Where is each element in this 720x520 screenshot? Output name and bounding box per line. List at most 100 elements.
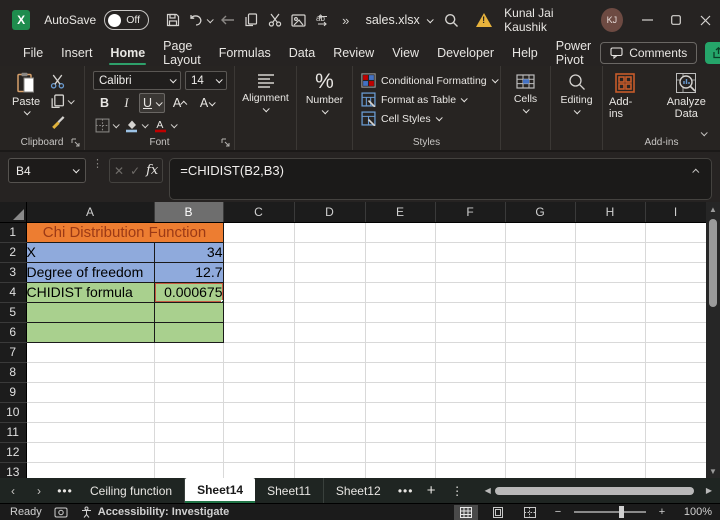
- cell[interactable]: [223, 322, 295, 343]
- row-header-2[interactable]: 2: [0, 242, 27, 263]
- group-alignment[interactable]: Alignment: [235, 66, 297, 150]
- cell[interactable]: [645, 442, 706, 463]
- cell[interactable]: [435, 222, 506, 243]
- zoom-out-button[interactable]: −: [550, 505, 566, 520]
- cell[interactable]: [26, 382, 155, 403]
- cell-a2[interactable]: X: [25, 241, 155, 263]
- cell[interactable]: [645, 342, 706, 363]
- font-color-button[interactable]: A: [153, 117, 178, 134]
- cell[interactable]: [645, 282, 706, 303]
- cell[interactable]: [645, 362, 706, 383]
- cell[interactable]: [294, 422, 366, 443]
- cell[interactable]: [294, 302, 366, 323]
- cell[interactable]: [154, 462, 224, 478]
- cell[interactable]: [223, 422, 295, 443]
- cell[interactable]: [223, 222, 295, 243]
- row-header-10[interactable]: 10: [0, 402, 27, 423]
- copy-button[interactable]: [50, 93, 75, 110]
- cell[interactable]: [223, 362, 295, 383]
- cell[interactable]: [26, 342, 155, 363]
- cell[interactable]: [154, 342, 224, 363]
- maximize-button[interactable]: [662, 0, 691, 40]
- cell[interactable]: [435, 302, 506, 323]
- tab-data[interactable]: Data: [280, 42, 324, 64]
- column-header-e[interactable]: E: [365, 202, 436, 223]
- horizontal-scroll-thumb[interactable]: [494, 486, 694, 495]
- tab-file[interactable]: File: [14, 42, 52, 64]
- cell[interactable]: [294, 282, 366, 303]
- row-header-12[interactable]: 12: [0, 442, 27, 463]
- paste-picture-icon[interactable]: [287, 7, 311, 33]
- insert-function-button[interactable]: fx: [146, 163, 158, 178]
- cell[interactable]: [154, 402, 224, 423]
- cell[interactable]: [645, 402, 706, 423]
- cell[interactable]: [223, 442, 295, 463]
- cell[interactable]: [505, 222, 576, 243]
- column-header-b[interactable]: B: [154, 202, 224, 223]
- cell[interactable]: [223, 462, 295, 478]
- cell-a4[interactable]: CHIDIST formula: [25, 281, 155, 303]
- zoom-slider-thumb[interactable]: [618, 506, 624, 518]
- cell[interactable]: [365, 382, 436, 403]
- group-number[interactable]: % Number: [297, 66, 353, 150]
- row-header-1[interactable]: 1: [0, 222, 27, 243]
- decrease-font-size-button[interactable]: A: [195, 94, 219, 113]
- cell[interactable]: [435, 342, 506, 363]
- tab-formulas[interactable]: Formulas: [210, 42, 280, 64]
- scroll-down-arrow[interactable]: ▼: [709, 464, 717, 478]
- minimize-button[interactable]: [633, 0, 662, 40]
- cell[interactable]: [575, 442, 646, 463]
- cell[interactable]: [435, 362, 506, 383]
- cell[interactable]: [294, 382, 366, 403]
- undo-button[interactable]: [185, 7, 216, 33]
- cell[interactable]: [365, 222, 436, 243]
- cell[interactable]: [365, 342, 436, 363]
- tab-view[interactable]: View: [383, 42, 428, 64]
- cell-b2[interactable]: 34: [153, 241, 224, 263]
- font-name-select[interactable]: Calibri: [93, 71, 181, 90]
- cell[interactable]: [294, 242, 366, 263]
- cell[interactable]: [365, 242, 436, 263]
- cell[interactable]: [505, 462, 576, 478]
- accessibility-status[interactable]: Accessibility: Investigate: [80, 506, 229, 518]
- cell[interactable]: [365, 422, 436, 443]
- cell[interactable]: [365, 282, 436, 303]
- autosave-toggle[interactable]: Off: [104, 10, 150, 30]
- vertical-scroll-thumb[interactable]: [709, 219, 717, 307]
- cell[interactable]: [645, 462, 706, 478]
- cell[interactable]: [294, 462, 366, 478]
- cell-b5[interactable]: [153, 301, 224, 323]
- font-dialog-launcher-icon[interactable]: [221, 138, 230, 147]
- cell[interactable]: [435, 462, 506, 478]
- column-header-h[interactable]: H: [575, 202, 646, 223]
- user-name[interactable]: Kunal Jai Kaushik: [504, 6, 591, 34]
- zoom-slider[interactable]: [574, 506, 646, 518]
- cell[interactable]: [294, 322, 366, 343]
- cell[interactable]: [223, 342, 295, 363]
- cell[interactable]: [505, 342, 576, 363]
- cell[interactable]: [223, 282, 295, 303]
- tab-help[interactable]: Help: [503, 42, 547, 64]
- cell[interactable]: [505, 322, 576, 343]
- cell[interactable]: [435, 422, 506, 443]
- bold-button[interactable]: B: [95, 94, 114, 113]
- cell[interactable]: [26, 362, 155, 383]
- italic-button[interactable]: I: [117, 94, 136, 113]
- normal-view-button[interactable]: [454, 504, 478, 520]
- cell[interactable]: [26, 402, 155, 423]
- cell-a1-title[interactable]: Chi Distribution Function: [25, 221, 224, 243]
- cell[interactable]: [575, 242, 646, 263]
- cell[interactable]: [365, 402, 436, 423]
- paste-button[interactable]: Paste: [6, 71, 46, 130]
- collapse-formula-bar-chevron[interactable]: [692, 168, 700, 176]
- conditional-formatting-button[interactable]: Conditional Formatting: [353, 71, 500, 90]
- cell[interactable]: [223, 242, 295, 263]
- sheet-options-kebab-icon[interactable]: ⋮: [445, 478, 471, 503]
- cell[interactable]: [435, 382, 506, 403]
- drag-handle-icon[interactable]: ⋮: [92, 158, 103, 170]
- cell[interactable]: [365, 262, 436, 283]
- select-all-corner[interactable]: [0, 202, 27, 223]
- cell[interactable]: [365, 322, 436, 343]
- formula-input[interactable]: =CHIDIST(B2,B3): [169, 158, 712, 200]
- tab-developer[interactable]: Developer: [428, 42, 503, 64]
